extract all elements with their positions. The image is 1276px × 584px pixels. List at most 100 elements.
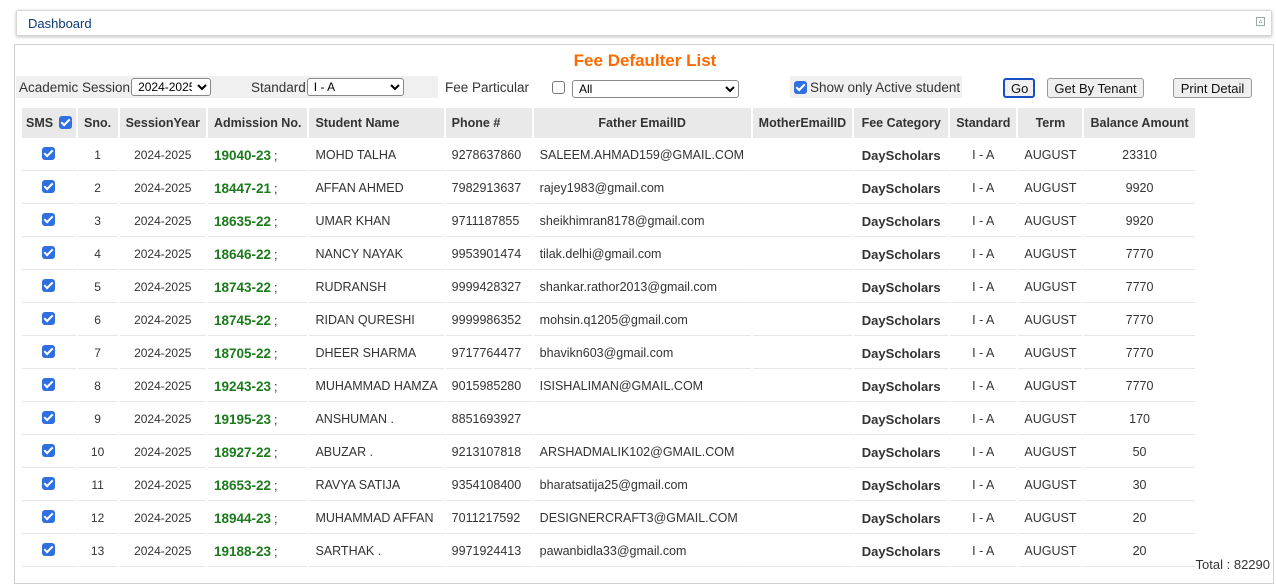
admission-no-cell: 18447-21; — [207, 173, 308, 204]
academic-session-select[interactable]: 2024-2025 — [131, 78, 212, 96]
student-name-cell: MOHD TALHA — [309, 140, 444, 171]
admission-separator: ; — [274, 379, 278, 394]
mother-email-cell — [752, 173, 853, 204]
active-student-filter: Show only Active student — [790, 76, 962, 98]
print-detail-button[interactable]: Print Detail — [1173, 78, 1252, 98]
admission-no-link[interactable]: 19195-23 — [214, 412, 271, 427]
father-email-cell: ISISHALIMAN@GMAIL.COM — [533, 371, 751, 402]
sno-cell: 9 — [77, 404, 118, 435]
go-button[interactable]: Go — [1003, 78, 1035, 98]
father-email-cell: pawanbidla33@gmail.com — [533, 536, 751, 567]
sno-cell: 7 — [77, 338, 118, 369]
sms-checkbox[interactable] — [42, 543, 56, 556]
sms-checkbox[interactable] — [42, 147, 56, 160]
admission-no-link[interactable]: 19188-23 — [214, 544, 271, 559]
defaulter-table: SMS Sno. SessionYear Admission No. Stude… — [20, 106, 1197, 569]
table-row: 1 2024-2025 19040-23; MOHD TALHA 9278637860 S… — [22, 140, 1195, 171]
sms-checkbox[interactable] — [42, 510, 56, 523]
fee-particular-select[interactable]: All — [572, 80, 739, 98]
fee-particular-checkbox[interactable] — [552, 81, 565, 94]
phone-cell: 9354108400 — [445, 470, 532, 501]
fee-category-cell: DayScholars — [854, 404, 949, 435]
col-fee-category: Fee Category — [854, 108, 949, 138]
balance-cell: 170 — [1084, 404, 1195, 435]
sms-cell — [22, 503, 76, 534]
father-email-cell: shankar.rathor2013@gmail.com — [533, 272, 751, 303]
sms-cell — [22, 305, 76, 336]
table-row: 2 2024-2025 18447-21; AFFAN AHMED 7982913637… — [22, 173, 1195, 204]
sms-cell — [22, 338, 76, 369]
father-email-cell: tilak.delhi@gmail.com — [533, 239, 751, 270]
fee-category-cell: DayScholars — [854, 338, 949, 369]
admission-no-cell: 18745-22; — [207, 305, 308, 336]
admission-separator: ; — [274, 544, 278, 559]
collapse-icon[interactable]: ▵ — [1256, 17, 1265, 26]
table-row: 12 2024-2025 18944-23; MUHAMMAD AFFAN 701121… — [22, 503, 1195, 534]
student-name-cell: AFFAN AHMED — [309, 173, 444, 204]
sms-checkbox[interactable] — [42, 213, 56, 226]
balance-cell: 7770 — [1084, 272, 1195, 303]
balance-cell: 30 — [1084, 470, 1195, 501]
mother-email-cell — [752, 437, 853, 468]
dashboard-link[interactable]: Dashboard — [28, 16, 92, 31]
admission-no-link[interactable]: 18743-22 — [214, 280, 271, 295]
table-row: 11 2024-2025 18653-22; RAVYA SATIJA 93541084… — [22, 470, 1195, 501]
fee-category-cell: DayScholars — [854, 536, 949, 567]
admission-no-link[interactable]: 18646-22 — [214, 247, 271, 262]
standard-cell: I - A — [950, 305, 1017, 336]
admission-no-link[interactable]: 19040-23 — [214, 148, 271, 163]
sms-checkbox[interactable] — [42, 444, 56, 457]
term-cell: AUGUST — [1018, 503, 1083, 534]
phone-cell: 9717764477 — [445, 338, 532, 369]
admission-no-link[interactable]: 18944-23 — [214, 511, 271, 526]
sms-cell — [22, 140, 76, 171]
admission-separator: ; — [274, 478, 278, 493]
standard-cell: I - A — [950, 239, 1017, 270]
sms-checkbox[interactable] — [42, 477, 56, 490]
admission-separator: ; — [274, 181, 278, 196]
admission-no-link[interactable]: 18653-22 — [214, 478, 271, 493]
admission-no-link[interactable]: 18927-22 — [214, 445, 271, 460]
total-amount: Total : 82290 — [1195, 557, 1270, 572]
session-year-cell: 2024-2025 — [119, 272, 206, 303]
admission-no-cell: 18944-23; — [207, 503, 308, 534]
term-cell: AUGUST — [1018, 536, 1083, 567]
father-email-cell: mohsin.q1205@gmail.com — [533, 305, 751, 336]
father-email-cell: bharatsatija25@gmail.com — [533, 470, 751, 501]
balance-cell: 20 — [1084, 536, 1195, 567]
phone-cell: 9711187855 — [445, 206, 532, 237]
sms-checkbox[interactable] — [42, 378, 56, 391]
father-email-cell: ARSHADMALIK102@GMAIL.COM — [533, 437, 751, 468]
active-student-checkbox[interactable] — [794, 80, 807, 94]
admission-separator: ; — [274, 412, 278, 427]
sno-cell: 5 — [77, 272, 118, 303]
admission-no-link[interactable]: 18635-22 — [214, 214, 271, 229]
balance-cell: 9920 — [1084, 173, 1195, 204]
fee-particular-label: Fee Particular — [445, 79, 530, 95]
father-email-cell: SALEEM.AHMAD159@GMAIL.COM — [533, 140, 751, 171]
fee-category-cell: DayScholars — [854, 503, 949, 534]
get-by-tenant-button[interactable]: Get By Tenant — [1047, 78, 1144, 98]
dashboard-bar: Dashboard ▵ — [16, 10, 1272, 36]
student-name-cell: RAVYA SATIJA — [309, 470, 444, 501]
admission-no-link[interactable]: 18745-22 — [214, 313, 271, 328]
sms-checkbox[interactable] — [42, 279, 56, 292]
admission-no-link[interactable]: 18447-21 — [214, 181, 271, 196]
admission-separator: ; — [274, 214, 278, 229]
admission-separator: ; — [274, 445, 278, 460]
sms-checkbox[interactable] — [42, 345, 56, 358]
sms-checkbox[interactable] — [42, 411, 56, 424]
phone-cell: 7011217592 — [445, 503, 532, 534]
student-name-cell: MUHAMMAD HAMZA — [309, 371, 444, 402]
admission-no-link[interactable]: 19243-23 — [214, 379, 271, 394]
father-email-cell: sheikhimran8178@gmail.com — [533, 206, 751, 237]
col-sno: Sno. — [77, 108, 118, 138]
phone-cell: 9953901474 — [445, 239, 532, 270]
select-all-checkbox[interactable] — [58, 116, 72, 129]
sms-checkbox[interactable] — [42, 246, 56, 259]
standard-select[interactable]: I - A — [306, 78, 404, 96]
sms-checkbox[interactable] — [42, 312, 56, 325]
admission-no-link[interactable]: 18705-22 — [214, 346, 271, 361]
phone-cell: 9971924413 — [445, 536, 532, 567]
sms-checkbox[interactable] — [42, 180, 56, 193]
